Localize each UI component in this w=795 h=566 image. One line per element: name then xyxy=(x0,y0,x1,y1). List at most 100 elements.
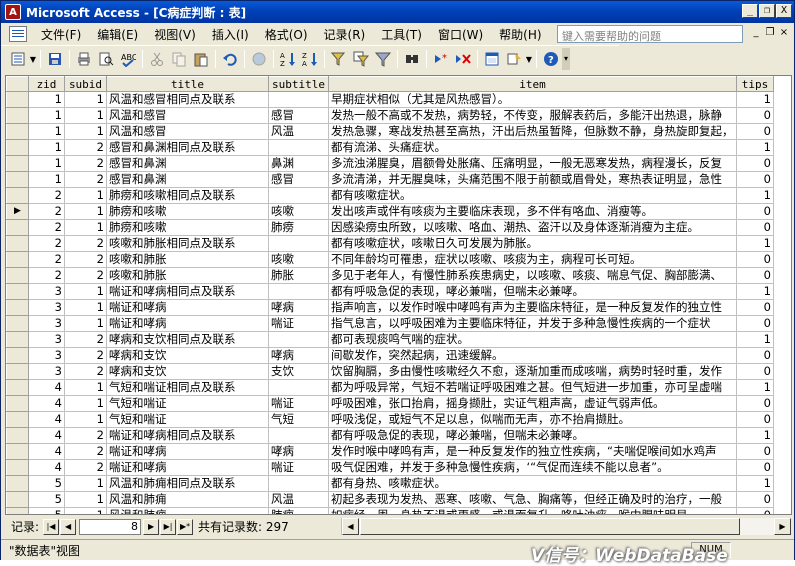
cell-subid[interactable]: 2 xyxy=(64,155,107,172)
cell-subid[interactable]: 1 xyxy=(64,379,107,396)
cell-zid[interactable]: 4 xyxy=(28,395,65,412)
cell-subid[interactable]: 1 xyxy=(64,395,107,412)
cell-tips[interactable]: 1 xyxy=(736,91,774,108)
previous-record-button[interactable]: ◀ xyxy=(60,518,77,535)
cell-zid[interactable]: 2 xyxy=(28,187,65,204)
cell-subid[interactable]: 1 xyxy=(64,491,107,508)
cell-title[interactable]: 喘证和哮病相同点及联系 xyxy=(106,427,269,444)
new-record-button[interactable]: ▶* xyxy=(177,518,194,535)
menu-item[interactable]: 工具(T) xyxy=(373,26,430,43)
cell-title[interactable]: 哮病和支饮 xyxy=(106,347,269,364)
cell-subtitle[interactable] xyxy=(268,283,329,300)
cell-subtitle[interactable]: 肺胀 xyxy=(268,267,329,284)
access-app-icon[interactable]: A xyxy=(5,4,21,20)
column-header-tips[interactable]: tips xyxy=(736,76,774,92)
undo-icon[interactable] xyxy=(219,48,241,70)
filter-by-selection-icon[interactable] xyxy=(328,48,350,70)
cell-subid[interactable]: 1 xyxy=(64,187,107,204)
cell-title[interactable]: 风温和感冒 xyxy=(106,123,269,140)
cell-subtitle[interactable]: 哮病 xyxy=(268,443,329,460)
table-row[interactable]: 2 1 肺痨和咳嗽 肺痨 因感染痨虫所致，以咳嗽、咯血、潮热、盗汗以及身体逐渐消瘦为主症… xyxy=(6,219,774,236)
cell-title[interactable]: 喘证和哮病 xyxy=(106,443,269,460)
cell-zid[interactable]: 2 xyxy=(28,235,65,252)
cell-tips[interactable]: 0 xyxy=(736,507,774,514)
record-selector[interactable] xyxy=(6,139,29,156)
cell-subid[interactable]: 1 xyxy=(64,203,107,220)
table-row[interactable]: 2 1 肺痨和咳嗽相同点及联系 都有咳嗽症状。 1 xyxy=(6,187,774,204)
cell-subtitle[interactable]: 咳嗽 xyxy=(268,251,329,268)
table-row[interactable]: 3 1 喘证和哮病相同点及联系 都有呼吸急促的表现，哮必兼喘，但喘未必兼哮。 1 xyxy=(6,283,774,300)
cell-tips[interactable]: 0 xyxy=(736,171,774,188)
cell-zid[interactable]: 1 xyxy=(28,155,65,172)
cell-tips[interactable]: 0 xyxy=(736,267,774,284)
table-row[interactable]: 3 1 喘证和哮病 喘证 指气息言，以呼吸困难为主要临床特征，并发于多种急慢性疾病的一个… xyxy=(6,315,774,332)
cell-item[interactable]: 都有呼吸急促的表现，哮必兼喘，但喘未必兼哮。 xyxy=(328,427,737,444)
filter-by-form-icon[interactable] xyxy=(350,48,372,70)
cell-zid[interactable]: 3 xyxy=(28,347,65,364)
record-selector[interactable] xyxy=(6,427,29,444)
cell-zid[interactable]: 5 xyxy=(28,491,65,508)
cell-zid[interactable]: 3 xyxy=(28,299,65,316)
cell-tips[interactable]: 1 xyxy=(736,475,774,492)
record-number-input[interactable]: 8 xyxy=(79,518,142,535)
cell-title[interactable]: 气短和喘证 xyxy=(106,395,269,412)
menu-item[interactable]: 格式(O) xyxy=(257,26,316,43)
menu-item[interactable]: 视图(V) xyxy=(146,26,204,43)
cell-title[interactable]: 风温和肺痈 xyxy=(106,507,269,514)
column-header-item[interactable]: item xyxy=(328,76,737,92)
record-selector[interactable] xyxy=(6,363,29,380)
table-row[interactable]: 4 2 喘证和哮病 喘证 吸气促困难，并发于多种急慢性疾病，‘“气促而连续不能以息者”。… xyxy=(6,459,774,476)
record-selector[interactable] xyxy=(6,267,29,284)
cell-subid[interactable]: 1 xyxy=(64,123,107,140)
cell-item[interactable]: 多流浊涕腥臭，眉额骨处胀痛、压痛明显，一般无恶寒发热，病程漫长，反复 xyxy=(328,155,737,172)
cell-title[interactable]: 风温和肺痈 xyxy=(106,491,269,508)
cell-tips[interactable]: 0 xyxy=(736,155,774,172)
cell-subid[interactable]: 1 xyxy=(64,299,107,316)
cell-zid[interactable]: 1 xyxy=(28,139,65,156)
cell-zid[interactable]: 4 xyxy=(28,411,65,428)
cell-subid[interactable]: 1 xyxy=(64,91,107,108)
menu-item[interactable]: 编辑(E) xyxy=(89,26,146,43)
cell-subid[interactable]: 1 xyxy=(64,315,107,332)
cell-item[interactable]: 吸气促困难，并发于多种急慢性疾病，‘“气促而连续不能以息者”。 xyxy=(328,459,737,476)
cell-subid[interactable]: 2 xyxy=(64,171,107,188)
title-bar[interactable]: A Microsoft Access - [C病症判断 : 表] _ ❐ X xyxy=(1,1,794,23)
cell-title[interactable]: 咳嗽和肺胀 xyxy=(106,251,269,268)
cell-tips[interactable]: 0 xyxy=(736,347,774,364)
cell-zid[interactable]: 4 xyxy=(28,459,65,476)
cell-subid[interactable]: 2 xyxy=(64,251,107,268)
cell-zid[interactable]: 1 xyxy=(28,107,65,124)
toolbar-options-icon[interactable]: ▾ xyxy=(562,48,570,70)
cell-item[interactable]: 因感染痨虫所致，以咳嗽、咯血、潮热、盗汗以及身体逐渐消瘦为主症。 xyxy=(328,219,737,236)
cell-subid[interactable]: 1 xyxy=(64,219,107,236)
cell-item[interactable]: 饮留胸膈，多由慢性咳嗽经久不愈，逐渐加重而成咳喘，病势时轻时重，发作 xyxy=(328,363,737,380)
cell-item[interactable]: 发作时喉中哮鸣有声，是一种反复发作的独立性疾病，“夫喘促喉间如水鸡声 xyxy=(328,443,737,460)
cell-item[interactable]: 都有咳嗽症状，咳嗽日久可发展为肺胀。 xyxy=(328,235,737,252)
cell-item[interactable]: 呼吸困难，张口抬肩，摇身撷肚，实证气粗声高，虚证气弱声低。 xyxy=(328,395,737,412)
doc-close-button[interactable]: × xyxy=(777,26,791,40)
table-doc-icon[interactable] xyxy=(9,26,27,42)
record-selector[interactable] xyxy=(6,395,29,412)
cell-subid[interactable]: 1 xyxy=(64,507,107,514)
cell-tips[interactable]: 0 xyxy=(736,395,774,412)
cell-title[interactable]: 咳嗽和肺胀 xyxy=(106,267,269,284)
cell-item[interactable]: 早期症状相似（尤其是风热感冒）。 xyxy=(328,91,737,108)
menu-item[interactable]: 插入(I) xyxy=(204,26,257,43)
cell-subtitle[interactable] xyxy=(268,379,329,396)
record-selector[interactable] xyxy=(6,331,29,348)
record-selector[interactable] xyxy=(6,219,29,236)
cell-tips[interactable]: 0 xyxy=(736,251,774,268)
cell-subtitle[interactable]: 感冒 xyxy=(268,107,329,124)
table-row[interactable]: ▶ 2 1 肺痨和咳嗽 咳嗽 发出咳声或伴有咳痰为主要临床表现，多不伴有咯血、消瘦等。 0 xyxy=(6,203,774,220)
menu-item[interactable]: 窗口(W) xyxy=(430,26,491,43)
cell-subid[interactable]: 2 xyxy=(64,235,107,252)
new-record-icon[interactable]: * xyxy=(430,48,452,70)
record-selector[interactable] xyxy=(6,379,29,396)
cell-zid[interactable]: 2 xyxy=(28,267,65,284)
cell-tips[interactable]: 0 xyxy=(736,123,774,140)
cell-subtitle[interactable] xyxy=(268,427,329,444)
datasheet-grid[interactable]: zid subid title subtitle item tips 1 1 风温和感冒相同点… xyxy=(5,75,792,515)
apply-filter-icon[interactable] xyxy=(372,48,394,70)
cell-tips[interactable]: 0 xyxy=(736,315,774,332)
table-row[interactable]: 2 2 咳嗽和肺胀 咳嗽 不同年龄均可罹患，症状以咳嗽、咳痰为主，病程可长可短。 0 xyxy=(6,251,774,268)
